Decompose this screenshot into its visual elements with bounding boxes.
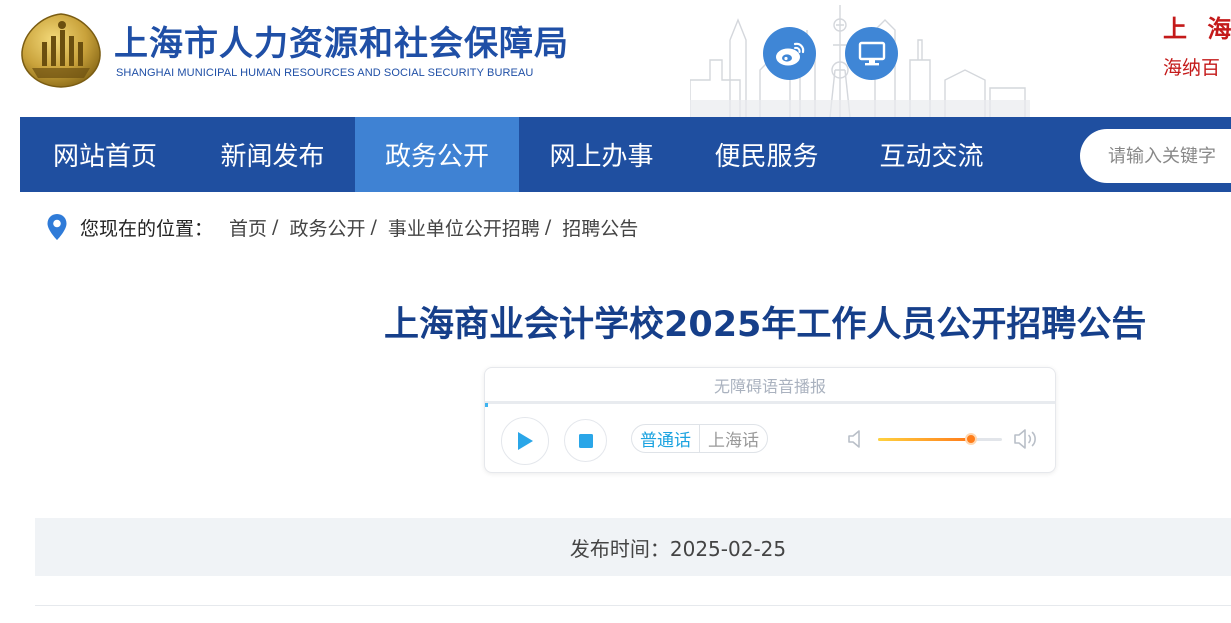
- volume-slider-fill: [878, 438, 971, 441]
- publish-info-bar: 发布时间：2025-02-25: [35, 518, 1231, 576]
- breadcrumb-separator: /: [272, 216, 279, 238]
- breadcrumb: 您现在的位置： 首页 / 政务公开 / 事业单位公开招聘 / 招聘公告: [46, 212, 638, 242]
- location-pin-icon: [47, 214, 67, 240]
- site-header: 上海市人力资源和社会保障局 SHANGHAI MUNICIPAL HUMAN R…: [0, 0, 1231, 117]
- weibo-button[interactable]: [763, 27, 816, 80]
- search-box: [1080, 129, 1231, 183]
- search-input[interactable]: [1108, 145, 1231, 167]
- slogan-line-1: 上 海: [1163, 14, 1231, 43]
- language-option-mandarin[interactable]: 普通话: [632, 425, 699, 452]
- volume-slider[interactable]: [878, 433, 1002, 445]
- weibo-icon: [775, 42, 804, 65]
- player-header: 无障碍语音播报: [485, 368, 1055, 404]
- desktop-icon: [858, 41, 885, 65]
- breadcrumb-item-home[interactable]: 首页: [229, 214, 267, 241]
- publish-label: 发布时间：: [569, 536, 670, 561]
- site-subtitle: SHANGHAI MUNICIPAL HUMAN RESOURCES AND S…: [116, 67, 534, 79]
- bureau-emblem-icon[interactable]: [20, 12, 102, 88]
- nav-item-public-services[interactable]: 便民服务: [684, 117, 849, 192]
- volume-low-icon[interactable]: [847, 429, 863, 449]
- volume-slider-handle[interactable]: [965, 433, 977, 445]
- nav-item-news[interactable]: 新闻发布: [190, 117, 355, 192]
- site-title[interactable]: 上海市人力资源和社会保障局: [114, 16, 569, 65]
- content-divider: [35, 605, 1231, 606]
- slogan-line-2: 海纳百: [1163, 57, 1221, 79]
- publish-info: 发布时间：2025-02-25: [570, 533, 786, 562]
- playback-progress-bar[interactable]: [485, 403, 488, 407]
- nav-item-interaction[interactable]: 互动交流: [849, 117, 1014, 192]
- breadcrumb-item-recruitment[interactable]: 事业单位公开招聘: [388, 214, 540, 241]
- play-button[interactable]: [501, 417, 549, 465]
- desktop-version-button[interactable]: [845, 27, 898, 80]
- stop-button[interactable]: [564, 419, 607, 462]
- nav-item-government-affairs[interactable]: 政务公开: [355, 117, 519, 192]
- volume-high-icon[interactable]: [1013, 427, 1039, 451]
- nav-item-online-services[interactable]: 网上办事: [519, 117, 684, 192]
- accessibility-audio-player: 无障碍语音播报 普通话 上海话: [484, 367, 1056, 473]
- language-option-shanghainese[interactable]: 上海话: [699, 425, 767, 452]
- breadcrumb-item-government-affairs[interactable]: 政务公开: [289, 214, 365, 241]
- nav-item-home[interactable]: 网站首页: [20, 117, 190, 192]
- breadcrumb-item-announcement[interactable]: 招聘公告: [562, 214, 638, 241]
- main-navigation: 网站首页 新闻发布 政务公开 网上办事 便民服务 互动交流: [20, 117, 1231, 192]
- breadcrumb-separator: /: [370, 216, 377, 238]
- breadcrumb-prefix: 您现在的位置：: [80, 217, 214, 240]
- play-icon: [518, 432, 533, 450]
- stop-icon: [578, 433, 593, 448]
- breadcrumb-separator: /: [544, 216, 552, 238]
- article-title: 上海商业会计学校2025年工作人员公开招聘公告: [384, 305, 1147, 345]
- publish-date: 2025-02-25: [669, 536, 787, 561]
- language-selector: 普通话 上海话: [631, 424, 768, 453]
